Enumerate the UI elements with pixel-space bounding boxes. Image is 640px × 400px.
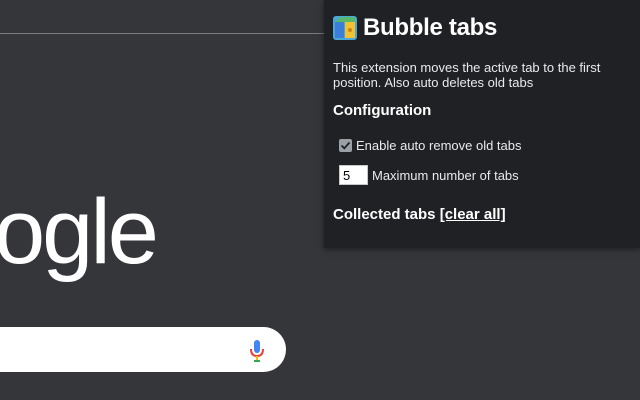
max-tabs-option: Maximum number of tabs	[339, 165, 519, 185]
browser-viewport: ogle Bubble tabs This extension moves th…	[0, 0, 640, 400]
popup-description: This extension moves the active tab to t…	[333, 60, 601, 90]
bubble-tabs-app-icon	[333, 16, 357, 40]
extension-popup: Bubble tabs This extension moves the act…	[324, 0, 640, 248]
max-tabs-input[interactable]	[339, 165, 368, 185]
auto-remove-checkbox[interactable]	[339, 139, 352, 152]
collected-tabs-label: Collected tabs	[333, 206, 436, 223]
collected-tabs-heading: Collected tabs [clear all]	[333, 206, 506, 223]
google-logo: ogle	[0, 181, 159, 283]
toolbar-divider	[0, 33, 330, 34]
max-tabs-label: Maximum number of tabs	[372, 167, 519, 183]
popup-header: Bubble tabs	[333, 14, 497, 42]
microphone-icon[interactable]	[248, 339, 266, 363]
auto-remove-label: Enable auto remove old tabs	[356, 138, 522, 153]
checkmark-icon	[340, 141, 351, 150]
configuration-heading: Configuration	[333, 102, 432, 119]
popup-title: Bubble tabs	[363, 14, 498, 41]
search-box[interactable]	[0, 327, 286, 372]
auto-remove-option[interactable]: Enable auto remove old tabs	[339, 138, 522, 153]
clear-all-link[interactable]: [clear all]	[440, 206, 506, 223]
